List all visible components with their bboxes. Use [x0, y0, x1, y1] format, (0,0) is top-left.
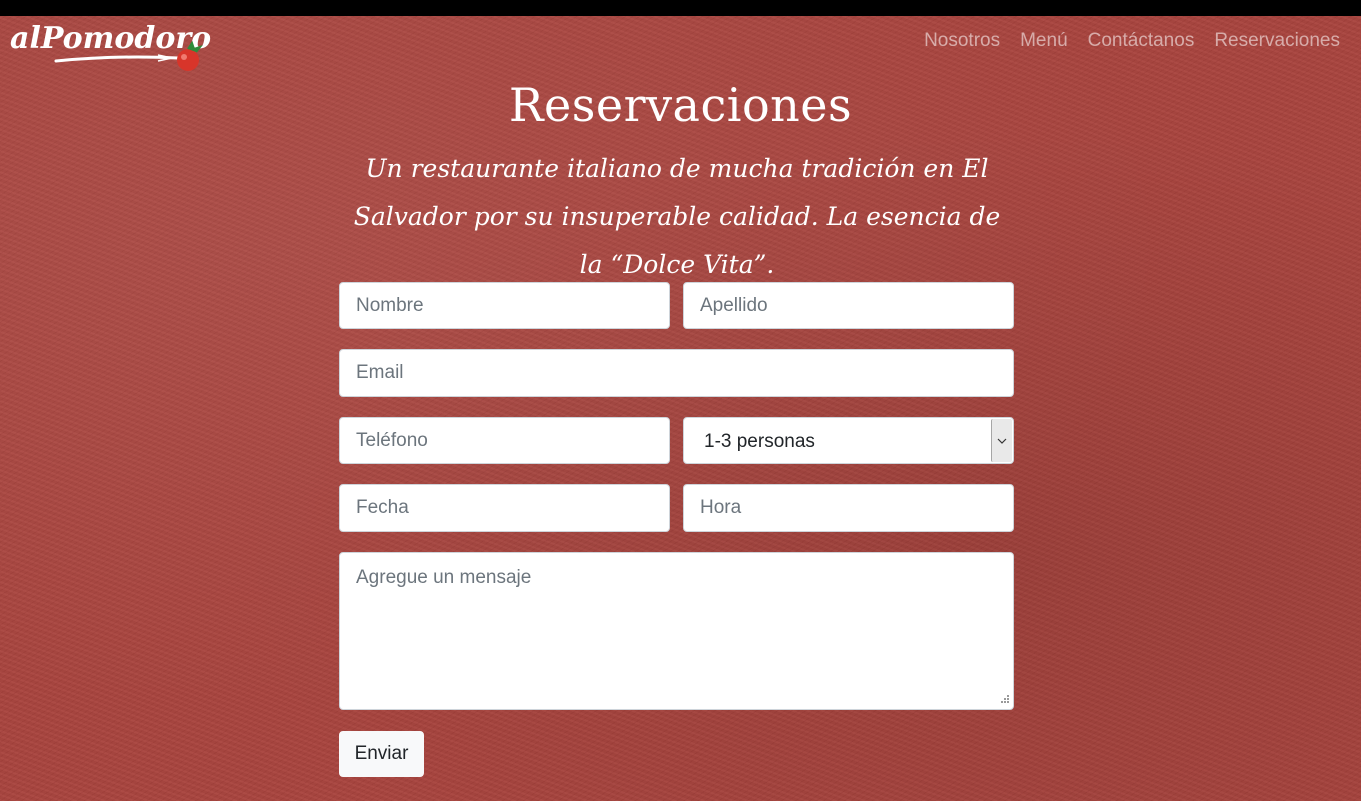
resize-handle-icon[interactable]: [998, 694, 1010, 706]
personas-select[interactable]: 1-3 personas: [683, 417, 1014, 464]
tomato-icon: [177, 49, 199, 71]
apellido-input[interactable]: [683, 282, 1014, 329]
brand-logo[interactable]: alPomodoro: [8, 8, 212, 76]
main-nav: Nosotros Menú Contáctanos Reservaciones: [924, 30, 1340, 52]
page-title: Reservaciones: [508, 78, 853, 132]
telefono-input[interactable]: [339, 417, 670, 464]
email-input[interactable]: [339, 349, 1014, 397]
chevron-down-icon: [997, 438, 1007, 444]
nav-link-contactanos[interactable]: Contáctanos: [1088, 30, 1195, 52]
personas-selected-value: 1-3 personas: [704, 431, 815, 452]
select-arrow-button[interactable]: [991, 419, 1012, 462]
logo-text: alPomodoro: [10, 21, 211, 56]
hora-input[interactable]: [683, 484, 1014, 532]
nombre-input[interactable]: [339, 282, 670, 329]
mensaje-textarea[interactable]: [339, 552, 1014, 710]
nav-link-menu[interactable]: Menú: [1020, 30, 1068, 52]
page-subtitle: Un restaurante italiano de mucha tradici…: [353, 154, 1001, 279]
nav-link-nosotros[interactable]: Nosotros: [924, 30, 1000, 52]
nav-link-reservaciones[interactable]: Reservaciones: [1214, 30, 1340, 52]
logo-graphic: alPomodoro: [10, 21, 211, 71]
fecha-input[interactable]: [339, 484, 670, 532]
enviar-button[interactable]: Enviar: [339, 731, 424, 777]
